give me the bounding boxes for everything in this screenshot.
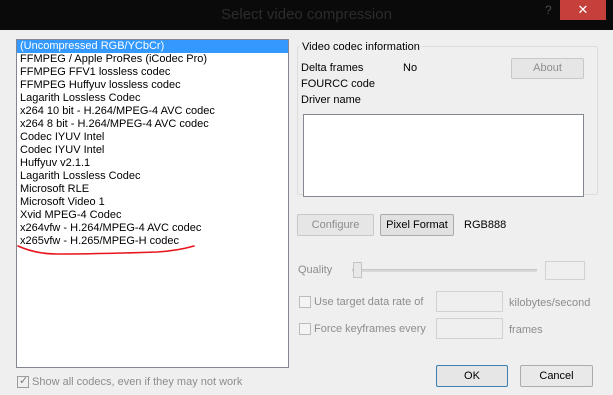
codec-list-item[interactable]: x264 10 bit - H.264/MPEG-4 AVC codec [17,105,288,118]
keyframes-input[interactable] [436,318,503,339]
codec-list-item[interactable]: FFMPEG Huffyuv lossless codec [17,79,288,92]
codec-list-item[interactable]: Codec IYUV Intel [17,144,288,157]
codec-list-item[interactable]: Microsoft RLE [17,183,288,196]
quality-slider-track[interactable] [352,269,537,272]
quality-input[interactable] [545,261,585,280]
codec-description-box [303,114,584,197]
close-button[interactable]: ✕ [560,0,606,20]
target-rate-label: Use target data rate of [314,296,424,308]
codec-list-item[interactable]: x264vfw - H.264/MPEG-4 AVC codec [17,222,288,235]
target-rate-input[interactable] [436,291,503,312]
codec-list-item[interactable]: Codec IYUV Intel [17,131,288,144]
window-title: Select video compression [221,6,392,23]
keyframes-label: Force keyframes every [314,323,426,335]
close-icon: ✕ [577,2,589,17]
keyframes-unit: frames [509,324,543,336]
codec-info-group-label: Video codec information [300,41,422,53]
delta-frames-label: Delta frames [301,62,364,74]
codec-list-item[interactable]: Xvid MPEG-4 Codec [17,209,288,222]
configure-button[interactable]: Configure [297,214,374,236]
target-rate-checkbox[interactable] [299,296,311,308]
codec-list[interactable]: (Uncompressed RGB/YCbCr) FFMPEG / Apple P… [16,39,289,368]
cancel-button[interactable]: Cancel [520,365,593,387]
codec-list-item[interactable]: (Uncompressed RGB/YCbCr) [17,40,288,53]
title-bar: Select video compression ? ✕ [0,0,613,30]
codec-list-item[interactable]: Lagarith Lossless Codec [17,170,288,183]
codec-list-item[interactable]: Lagarith Lossless Codec [17,92,288,105]
quality-slider-thumb[interactable] [353,262,362,278]
codec-list-item[interactable]: Huffyuv v2.1.1 [17,157,288,170]
codec-list-item[interactable]: FFMPEG FFV1 lossless codec [17,66,288,79]
quality-label: Quality [298,264,333,276]
pixel-format-value: RGB888 [464,219,507,231]
help-button[interactable]: ? [545,3,552,17]
codec-list-item[interactable]: FFMPEG / Apple ProRes (iCodec Pro) [17,53,288,66]
codec-list-item[interactable]: x264 8 bit - H.264/MPEG-4 AVC codec [17,118,288,131]
red-underline-annotation [17,245,195,255]
codec-list-item[interactable]: Microsoft Video 1 [17,196,288,209]
target-rate-unit: kilobytes/second [509,297,591,309]
pixel-format-button[interactable]: Pixel Format [380,214,454,236]
delta-frames-value: No [403,62,418,74]
fourcc-label: FOURCC code [301,78,375,90]
ok-button[interactable]: OK [436,365,508,387]
show-all-codecs-label: Show all codecs, even if they may not wo… [32,376,243,388]
about-button[interactable]: About [511,58,584,79]
driver-name-label: Driver name [301,94,361,106]
show-all-codecs-checkbox[interactable] [17,374,29,388]
keyframes-checkbox[interactable] [299,323,311,335]
